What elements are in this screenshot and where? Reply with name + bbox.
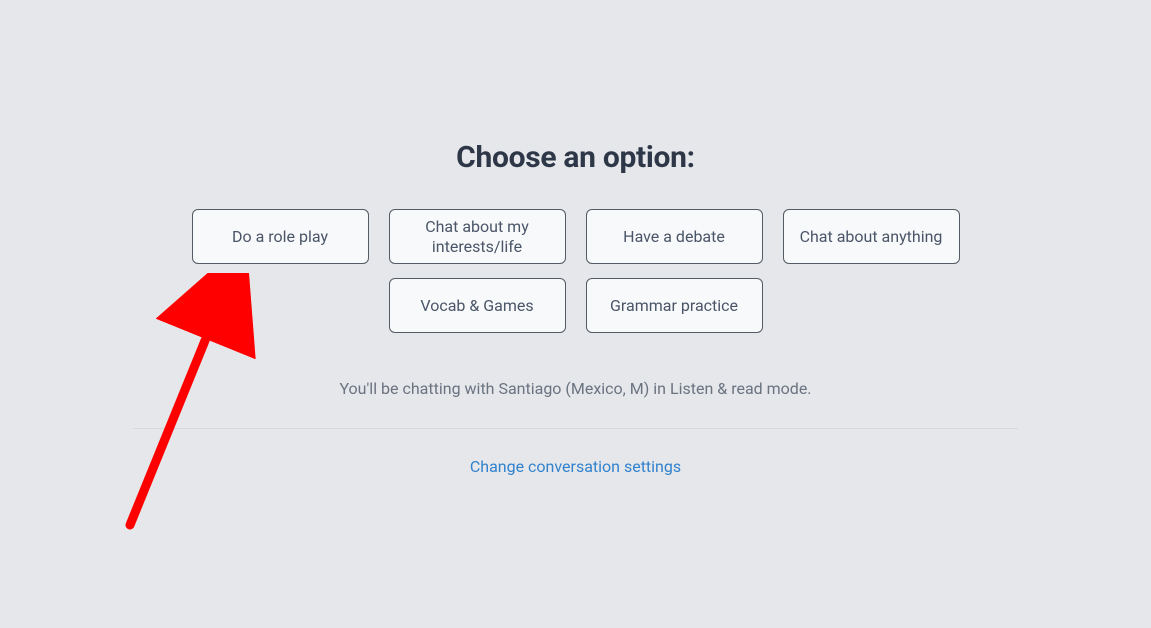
option-interests[interactable]: Chat about my interests/life: [389, 209, 566, 264]
change-settings-link[interactable]: Change conversation settings: [470, 457, 681, 476]
chat-info-text: You'll be chatting with Santiago (Mexico…: [339, 379, 811, 398]
option-role-play[interactable]: Do a role play: [192, 209, 369, 264]
page-title: Choose an option:: [456, 140, 695, 175]
option-grammar[interactable]: Grammar practice: [586, 278, 763, 333]
option-debate[interactable]: Have a debate: [586, 209, 763, 264]
option-anything[interactable]: Chat about anything: [783, 209, 960, 264]
option-vocab[interactable]: Vocab & Games: [389, 278, 566, 333]
options-row-1: Do a role play Chat about my interests/l…: [192, 209, 960, 264]
horizontal-divider: [133, 428, 1018, 429]
options-row-2: Vocab & Games Grammar practice: [389, 278, 763, 333]
option-selector-panel: Choose an option: Do a role play Chat ab…: [0, 0, 1151, 476]
